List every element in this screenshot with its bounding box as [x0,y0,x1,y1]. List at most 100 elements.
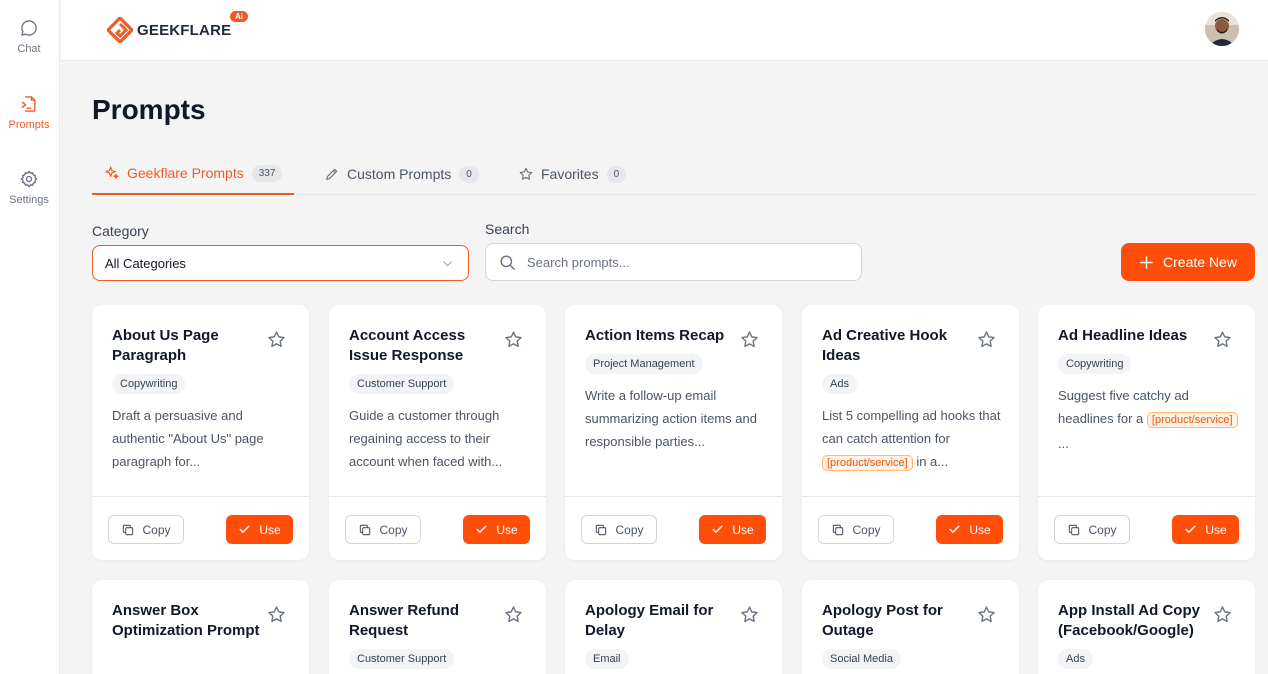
search-label: Search [485,221,530,237]
sidebar-item-prompts[interactable]: Prompts [0,94,58,131]
prompt-card[interactable]: About Us Page Paragraph Copywriting Draft … [92,305,309,560]
star-icon[interactable] [1212,604,1233,625]
prompt-card-title: App Install Ad Copy (Facebook/Google) [1058,602,1200,639]
prompt-card-footer: Copy Use [92,496,309,560]
copy-label: Copy [379,522,408,537]
pencil-icon [326,168,338,180]
chevron-down-icon [443,261,452,267]
copy-icon [596,524,607,535]
prompt-card-title: Account Access Issue Response [349,327,466,364]
sidebar-item-settings[interactable]: Settings [0,169,58,206]
sidebar-item-label: Settings [9,194,49,206]
copy-button[interactable]: Copy [345,515,421,544]
check-icon [476,525,487,533]
sidebar: Chat Prompts Settings [0,0,60,674]
ai-badge: Ai [230,11,248,22]
tab-custom-prompts[interactable]: Custom Prompts 0 [324,153,479,195]
prompt-card[interactable]: Action Items Recap Project Management Writ… [565,305,782,560]
brand-logo[interactable]: GEEKFLARE Ai [107,11,248,43]
prompt-card-description: List 5 compelling ad hooks that can catc… [822,404,1002,475]
prompt-card[interactable]: Ad Creative Hook Ideas Ads List 5 compelli… [802,305,1019,560]
prompt-card[interactable]: Apology Post for Outage Social Media [802,580,1019,674]
user-avatar-icon [1205,12,1239,46]
category-tag: Copywriting [112,374,186,394]
prompt-document-icon [21,96,36,112]
copy-label: Copy [142,522,171,537]
tab-count: 0 [459,165,479,183]
sidebar-item-chat[interactable]: Chat [0,18,58,55]
use-button[interactable]: Use [699,515,766,544]
prompt-card-footer: Copy Use [1038,496,1255,560]
search-icon [500,254,515,270]
use-label: Use [969,522,991,537]
copy-button[interactable]: Copy [1054,515,1130,544]
prompt-card[interactable]: Answer Box Optimization Prompt [92,580,309,674]
tab-favorites[interactable]: Favorites 0 [518,153,627,195]
description-text: ... [1058,436,1069,451]
gear-icon [20,170,38,188]
prompt-card-description: Guide a customer through regaining acces… [349,408,503,469]
tab-label: Custom Prompts [347,166,452,182]
category-tag: Social Media [822,649,901,669]
avatar[interactable] [1205,12,1239,46]
copy-button[interactable]: Copy [108,515,184,544]
category-tag: Copywriting [1058,354,1132,374]
geekflare-logo-icon [107,17,133,43]
category-tag: Customer Support [349,649,455,669]
star-icon[interactable] [503,329,524,350]
sparkle-icon [105,166,119,179]
tab-geekflare-prompts[interactable]: Geekflare Prompts 337 [92,153,295,195]
use-button[interactable]: Use [463,515,530,544]
prompt-card[interactable]: Ad Headline Ideas Copywriting Suggest five… [1038,305,1255,560]
category-select[interactable]: All Categories [92,245,469,281]
prompt-card-description: Write a follow-up email summarizing acti… [585,388,757,449]
prompt-card-footer: Copy Use [329,496,546,560]
copy-label: Copy [1088,522,1117,537]
use-button[interactable]: Use [936,515,1003,544]
copy-button[interactable]: Copy [581,515,657,544]
description-text: List 5 compelling ad hooks that can catc… [822,408,1001,446]
star-icon[interactable] [266,329,287,350]
search-input[interactable] [527,254,847,270]
create-new-button[interactable]: Create New [1121,243,1255,281]
copy-icon [360,524,371,535]
tab-count: 337 [251,164,283,182]
star-icon[interactable] [266,604,287,625]
placeholder-chip: [product/service] [822,455,913,471]
prompt-card-footer: Copy Use [802,496,1019,560]
prompt-card-title: Answer Refund Request [349,602,460,639]
prompt-card-title: Action Items Recap [585,327,725,344]
star-icon[interactable] [976,604,997,625]
plus-icon [1140,255,1153,269]
use-button[interactable]: Use [226,515,293,544]
prompt-card[interactable]: Account Access Issue Response Customer Su… [329,305,546,560]
star-icon[interactable] [976,329,997,350]
use-button[interactable]: Use [1172,515,1239,544]
category-tag: Customer Support [349,374,455,394]
prompt-card-footer: Copy Use [565,496,782,560]
top-bar: GEEKFLARE Ai [61,0,1268,61]
prompt-card-title: Ad Headline Ideas [1058,327,1188,344]
prompt-card-description: Draft a persuasive and authentic "About … [112,408,264,469]
prompt-card[interactable]: Apology Email for Delay Email [565,580,782,674]
tab-count: 0 [606,165,627,183]
prompt-card[interactable]: App Install Ad Copy (Facebook/Google) Ads [1038,580,1255,674]
category-tag: Ads [1058,649,1093,669]
star-icon[interactable] [1212,329,1233,350]
copy-button[interactable]: Copy [818,515,894,544]
search-box [485,243,862,281]
use-label: Use [496,522,518,537]
check-icon [239,525,250,533]
star-icon[interactable] [739,329,760,350]
prompt-card[interactable]: Answer Refund Request Customer Support [329,580,546,674]
star-icon[interactable] [739,604,760,625]
category-label: Category [92,223,149,239]
create-new-label: Create New [1163,254,1237,270]
star-icon[interactable] [503,604,524,625]
check-icon [712,525,723,533]
chat-bubble-icon [21,20,37,36]
category-tag: Ads [822,374,857,394]
tab-label: Favorites [541,166,599,182]
placeholder-chip: [product/service] [1146,412,1238,428]
prompt-tabs: Geekflare Prompts 337 Custom Prompts 0 F… [92,153,1256,195]
